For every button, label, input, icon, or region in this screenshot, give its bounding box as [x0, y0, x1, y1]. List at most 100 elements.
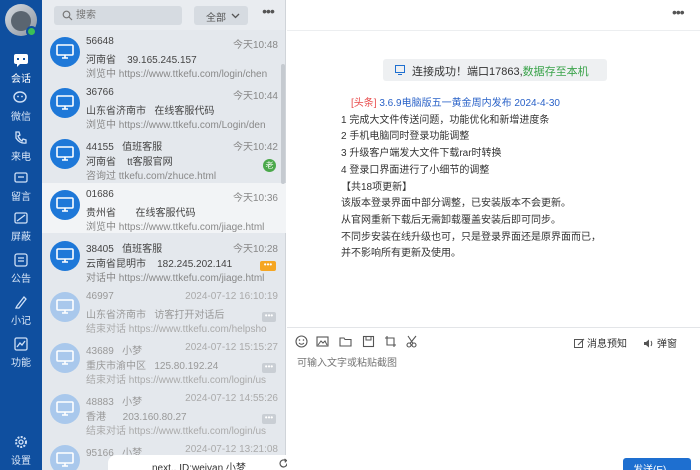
list-item[interactable]: 43689 小梦 2024-07-12 15:15:27 重庆市渝中区 125.…	[42, 336, 286, 386]
more-badge: •••	[262, 363, 276, 373]
nav-item-wechat[interactable]: 微信	[0, 90, 42, 128]
computer-icon	[50, 37, 80, 67]
nav-item-chat[interactable]: 会话	[0, 52, 42, 90]
nav-item-block[interactable]: 屏蔽	[0, 210, 42, 248]
filter-label: 全部	[206, 13, 226, 24]
popup-toggle[interactable]: 弹窗	[643, 335, 677, 350]
nav-label: 小记	[11, 316, 31, 327]
computer-icon	[50, 445, 80, 470]
divider	[287, 327, 700, 328]
visitor-location: 香港 203.160.80.27	[86, 412, 187, 423]
list-item[interactable]: 01686 今天10:36 贵州省 在线客服代码 浏览中 https://www…	[42, 183, 286, 233]
scissors-icon[interactable]	[406, 335, 419, 348]
list-item[interactable]: 46997 2024-07-12 16:10:19 山东省济南市 访客打开对话后…	[42, 285, 286, 335]
visit-time: 今天10:28	[232, 244, 278, 255]
visitor-location: 山东省济南市 在线客服代码	[86, 106, 215, 117]
visitor-detail: 结束对话 https://www.ttkefu.com/login/us	[86, 426, 267, 437]
emoji-icon[interactable]	[295, 335, 308, 348]
message-input[interactable]	[297, 354, 687, 444]
nav-item-phone[interactable]: 来电	[0, 130, 42, 168]
current-user-label: next.. ID:weiyan 小梦	[152, 463, 246, 470]
unread-badge: •••	[260, 261, 276, 271]
conversation-list: 56648 今天10:48 河南省 39.165.245.157 浏览中 htt…	[42, 30, 286, 470]
message-line: 【共18项更新】	[341, 181, 413, 193]
list-item[interactable]: 48883 小梦 2024-07-12 14:55:26 香港 203.160.…	[42, 387, 286, 437]
app-window: 会话 微信 来电 留言 屏蔽 公告 小记 功能 设置 搜索 全部 ••• 566…	[0, 0, 700, 470]
nav-item-notes[interactable]: 小记	[0, 294, 42, 332]
visitor-detail: 结束对话 https://www.ttkefu.com/login/us	[86, 375, 267, 386]
announcement-message: [头条] 3.6.9电脑版五一黄金周内发布 2024-4-30 1 完成大文件传…	[341, 96, 641, 263]
more-badge: •••	[262, 312, 276, 322]
current-user-tab[interactable]: next.. ID:weiyan 小梦	[108, 455, 304, 470]
edit-icon	[574, 338, 585, 348]
list-item[interactable]: 44155 值班客服 今天10:42 河南省 tt客服官网 咨询过 ttkefu…	[42, 132, 286, 182]
visit-time: 今天10:48	[232, 40, 278, 51]
chat-more-button[interactable]: •••	[672, 4, 685, 20]
nav-item-settings[interactable]: 设置	[0, 434, 42, 470]
nav-label: 屏蔽	[11, 232, 31, 243]
conversation-list-pane: 全部 ••• 56648 今天10:48 河南省 39.165.245.157 …	[42, 0, 304, 470]
visitor-id: 56648	[86, 36, 114, 47]
image-icon[interactable]	[316, 335, 329, 348]
chat-bubble-icon	[14, 54, 28, 67]
more-options-button[interactable]: •••	[258, 4, 278, 24]
headline: [头条] 3.6.9电脑版五一黄金周内发布 2024-4-30	[351, 98, 560, 109]
visitor-detail: 浏览中 https://www.ttkefu.com/jiage.html	[86, 222, 265, 233]
visitor-location: 河南省 tt客服官网	[86, 157, 173, 168]
visitor-id: 01686	[86, 189, 114, 200]
nav-label: 会话	[11, 74, 31, 85]
nav-item-messages[interactable]: 留言	[0, 170, 42, 208]
message-line: 从官网重新下载后无需卸载覆盖安装后即可同步。	[341, 214, 561, 226]
notice-text: 连接成功！端口17863,数据存至本机	[412, 66, 589, 78]
visitor-location: 重庆市渝中区 125.80.192.24	[86, 361, 219, 372]
notice-icon	[14, 253, 28, 267]
nav-label: 留言	[11, 192, 31, 203]
screenshot-icon[interactable]	[384, 335, 397, 348]
visitor-id: 46997	[86, 291, 114, 302]
list-scrollbar[interactable]	[281, 64, 285, 184]
list-toolbar: 全部 •••	[42, 0, 285, 30]
list-item[interactable]: 56648 今天10:48 河南省 39.165.245.157 浏览中 htt…	[42, 30, 286, 80]
chevron-down-icon	[231, 13, 240, 19]
search-input[interactable]	[76, 8, 176, 23]
wechat-icon	[13, 91, 27, 103]
returning-badge: 老	[263, 159, 276, 172]
pen-icon	[14, 296, 27, 309]
message-line: 3 升级客户端发大文件下载rar时转换	[341, 148, 502, 160]
computer-icon	[50, 190, 80, 220]
search-icon	[62, 10, 73, 21]
message-line: 并不影响所有更新及使用。	[341, 248, 461, 260]
search-box[interactable]	[54, 6, 182, 25]
visitor-location: 贵州省 在线客服代码	[86, 208, 196, 219]
message-line: 该版本登录界面中部分调整，已安装版本不会更新。	[341, 198, 571, 210]
visit-time: 2024-07-12 15:15:27	[185, 342, 278, 353]
visitor-location: 云南省昆明市 182.245.202.141	[86, 259, 233, 270]
chart-icon	[14, 337, 28, 351]
more-badge: •••	[262, 414, 276, 424]
visitor-id: 48883 小梦	[86, 397, 143, 408]
nav-label: 设置	[11, 456, 31, 467]
message-preview-toggle[interactable]: 消息预知	[574, 335, 627, 350]
computer-icon	[50, 88, 80, 118]
gear-icon	[15, 436, 27, 448]
visit-time: 2024-07-12 14:55:26	[185, 393, 278, 404]
computer-icon	[50, 241, 80, 271]
visitor-id: 36766	[86, 87, 114, 98]
visit-time: 2024-07-12 13:21:08	[185, 444, 278, 455]
nav-item-functions[interactable]: 功能	[0, 336, 42, 374]
save-icon[interactable]	[362, 335, 375, 348]
send-button[interactable]: 发送(E)	[623, 458, 691, 470]
message-line: 1 完成大文件传送问题，功能优化和新增进度条	[341, 114, 550, 126]
list-item[interactable]: 36766 今天10:44 山东省济南市 在线客服代码 浏览中 https://…	[42, 81, 286, 131]
filter-dropdown[interactable]: 全部	[194, 6, 248, 25]
chat-panel: ••• 连接成功！端口17863,数据存至本机 [头条] 3.6.9电脑版五一黄…	[287, 0, 700, 470]
composer-toolbar: 消息预知 弹窗	[287, 332, 700, 352]
divider	[287, 30, 700, 31]
nav-item-notice[interactable]: 公告	[0, 252, 42, 290]
message-icon	[14, 172, 28, 183]
visitor-location: 河南省 39.165.245.157	[86, 55, 197, 66]
message-line: 不同步安装在线升级也可，只是登录界面还是原界面而已，	[341, 231, 601, 243]
list-item[interactable]: 38405 值班客服 今天10:28 云南省昆明市 182.245.202.14…	[42, 234, 286, 284]
folder-icon[interactable]	[339, 335, 352, 348]
nav-label: 公告	[11, 274, 31, 285]
